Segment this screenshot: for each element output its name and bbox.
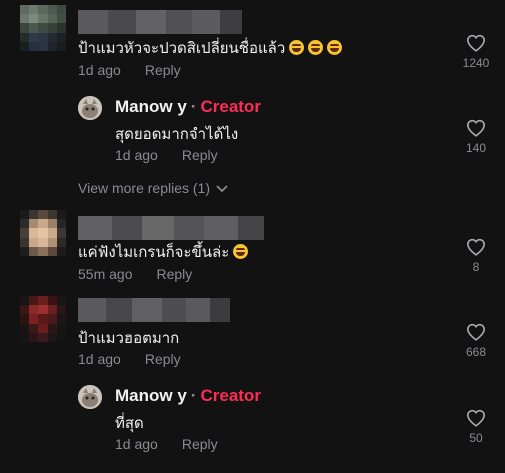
reply-button[interactable]: Reply bbox=[156, 266, 192, 282]
laughing-emoji-icon bbox=[327, 40, 343, 55]
like-button[interactable]: 1240 bbox=[458, 34, 494, 70]
reply-author[interactable]: Manow y · Creator bbox=[115, 97, 261, 117]
cat-photo-icon bbox=[78, 96, 102, 120]
like-count: 8 bbox=[472, 260, 480, 274]
author-name[interactable]: Manow y bbox=[115, 97, 187, 116]
comment-meta: 1d ago Reply bbox=[78, 351, 181, 367]
like-count: 668 bbox=[465, 345, 487, 359]
avatar[interactable] bbox=[20, 296, 66, 342]
avatar[interactable] bbox=[20, 5, 66, 51]
reply-button[interactable]: Reply bbox=[182, 436, 218, 452]
heart-icon[interactable] bbox=[466, 34, 486, 52]
author-name[interactable]: Manow y bbox=[115, 386, 187, 405]
reply-button[interactable]: Reply bbox=[145, 62, 181, 78]
author-name-blurred[interactable] bbox=[78, 10, 242, 34]
reply-text: สุดยอดมากจำได้ไง bbox=[115, 125, 239, 143]
laughing-emoji-icon bbox=[289, 40, 305, 55]
author-name-blurred[interactable] bbox=[78, 216, 264, 240]
reply-button[interactable]: Reply bbox=[182, 147, 218, 163]
reply-meta: 1d ago Reply bbox=[115, 436, 218, 452]
like-count: 140 bbox=[465, 141, 487, 155]
creator-avatar[interactable] bbox=[78, 96, 102, 120]
cat-photo-icon bbox=[78, 385, 102, 409]
laughing-emoji-icon bbox=[233, 244, 249, 259]
heart-icon[interactable] bbox=[466, 238, 486, 256]
timestamp: 1d ago bbox=[115, 147, 158, 163]
reply-meta: 1d ago Reply bbox=[115, 147, 218, 163]
chevron-down-icon[interactable] bbox=[216, 180, 228, 196]
heart-icon[interactable] bbox=[466, 119, 486, 137]
like-button[interactable]: 8 bbox=[458, 238, 494, 274]
comment-meta: 1d ago Reply bbox=[78, 62, 181, 78]
creator-avatar[interactable] bbox=[78, 385, 102, 409]
heart-icon[interactable] bbox=[466, 409, 486, 427]
separator: · bbox=[190, 97, 197, 116]
timestamp: 55m ago bbox=[78, 266, 133, 282]
reply-button[interactable]: Reply bbox=[145, 351, 181, 367]
like-button[interactable]: 140 bbox=[458, 119, 494, 155]
separator: · bbox=[190, 386, 197, 405]
view-more-label[interactable]: View more replies (1) bbox=[78, 180, 210, 196]
comment-meta: 55m ago Reply bbox=[78, 266, 192, 282]
reply-text: ที่สุด bbox=[115, 414, 144, 432]
timestamp: 1d ago bbox=[115, 436, 158, 452]
author-name-blurred[interactable] bbox=[78, 298, 230, 322]
like-button[interactable]: 50 bbox=[458, 409, 494, 445]
creator-badge: Creator bbox=[200, 97, 261, 116]
comment-text: ป้าแมวฮอตมาก bbox=[78, 329, 180, 347]
reply-author[interactable]: Manow y · Creator bbox=[115, 386, 261, 406]
comment-text: แค่ฟังไมเกรนก็จะขึ้นล่ะ bbox=[78, 240, 249, 264]
like-count: 50 bbox=[469, 431, 483, 445]
like-button[interactable]: 668 bbox=[458, 323, 494, 359]
heart-icon[interactable] bbox=[466, 323, 486, 341]
laughing-emoji-icon bbox=[308, 40, 324, 55]
timestamp: 1d ago bbox=[78, 62, 121, 78]
creator-badge: Creator bbox=[200, 386, 261, 405]
like-count: 1240 bbox=[462, 56, 490, 70]
avatar[interactable] bbox=[20, 210, 66, 256]
view-more-replies-button[interactable]: View more replies (1) bbox=[78, 180, 228, 196]
comment-text: ป้าแมวหัวจะปวดสิเปลี่ยนชื่อแล้ว bbox=[78, 36, 343, 60]
timestamp: 1d ago bbox=[78, 351, 121, 367]
